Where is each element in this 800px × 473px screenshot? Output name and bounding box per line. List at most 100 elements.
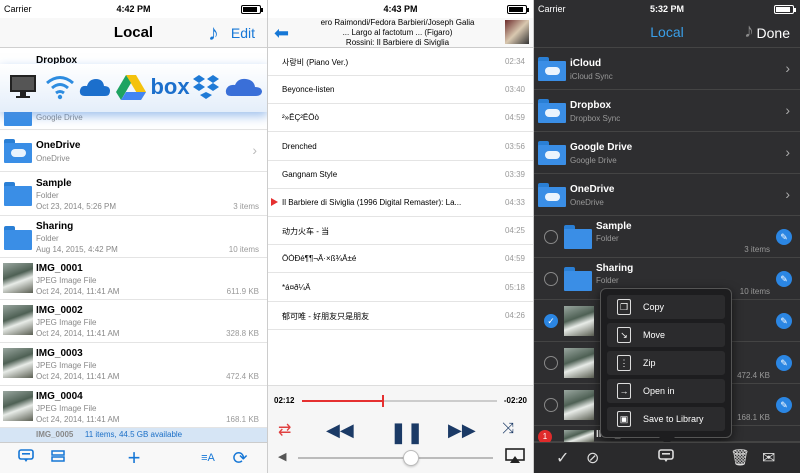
- row-meta: 10 items: [228, 245, 259, 254]
- menu-item-save-to-library[interactable]: ▣ Save to Library: [607, 407, 725, 431]
- album-art[interactable]: [505, 20, 529, 44]
- list-item-sharing[interactable]: Sharing Folder Aug 14, 2015, 4:42 PM 10 …: [0, 216, 267, 258]
- pause-icon[interactable]: ❚❚: [390, 420, 424, 445]
- music-note-icon[interactable]: ♪: [208, 20, 219, 46]
- track-row[interactable]: ÔÒÐé¶¶¬Â·×ß¾Å±é 04:59: [268, 245, 533, 274]
- sort-icon[interactable]: ≡A: [196, 447, 220, 469]
- fast-forward-icon[interactable]: ▶▶: [448, 420, 476, 441]
- box-icon: box: [150, 74, 190, 99]
- select-radio[interactable]: [544, 230, 558, 244]
- track-row[interactable]: Il Barbiere di Siviglia (1996 Digital Re…: [268, 189, 533, 217]
- deselect-icon[interactable]: ⊘: [586, 448, 599, 468]
- track-duration: 03:40: [504, 85, 525, 95]
- repeat-icon[interactable]: ⇄: [278, 420, 291, 440]
- edit-pencil-icon[interactable]: ✎: [776, 229, 792, 245]
- done-button[interactable]: Done: [757, 25, 790, 41]
- menu-item-move[interactable]: ↘ Move: [607, 323, 725, 347]
- nav-bar: Local ♪ Edit: [0, 18, 267, 48]
- track-row[interactable]: Beyonce-listen 03:40: [268, 76, 533, 105]
- artist-line: ero Raimondi/Fedora Barbieri/Joseph Gali…: [320, 18, 475, 27]
- music-player-panel: 4:43 PM ⬅ ero Raimondi/Fedora Barbieri/J…: [268, 0, 534, 473]
- track-title: ²»ÊÇ²ÊÔò: [282, 113, 319, 123]
- menu-item-zip[interactable]: ⋮ Zip: [607, 351, 725, 375]
- partial-row-name: IMG_0005: [36, 430, 74, 439]
- list-item-img-0003[interactable]: IMG_0003 JPEG Image File Oct 24, 2014, 1…: [0, 343, 267, 386]
- list-item-sample[interactable]: Sample Folder Oct 23, 2014, 5:26 PM 3 it…: [0, 172, 267, 216]
- add-icon[interactable]: +: [122, 447, 146, 469]
- checkmark-icon[interactable]: ✓: [544, 314, 558, 328]
- row-subtitle: iCloud Sync: [570, 72, 613, 81]
- player-controls: 02:12 -02:20 ⇄ ◀◀ ❚❚ ▶▶ ⤨ ◀: [268, 385, 533, 473]
- list-item-dropbox[interactable]: Dropbox Dropbox Sync ›: [534, 90, 800, 132]
- select-all-icon[interactable]: ✓: [556, 448, 569, 468]
- edit-button[interactable]: Edit: [231, 25, 255, 41]
- status-bar: Carrier 5:32 PM: [534, 0, 800, 18]
- battery-icon: [241, 5, 263, 14]
- list-item-google-drive[interactable]: Google Drive Google Drive ›: [534, 132, 800, 174]
- track-row[interactable]: ²»ÊÇ²ÊÔò 04:59: [268, 104, 533, 133]
- chevron-right-icon: ›: [785, 102, 790, 118]
- edit-pencil-icon[interactable]: ✎: [776, 313, 792, 329]
- list-view-icon[interactable]: [46, 447, 70, 469]
- shuffle-icon[interactable]: ⤨: [502, 420, 514, 437]
- track-duration: 04:59: [504, 254, 525, 264]
- refresh-icon[interactable]: ⟳: [228, 447, 252, 469]
- chat-icon[interactable]: [14, 447, 38, 469]
- image-thumbnail: [3, 305, 33, 335]
- back-arrow-icon[interactable]: ⬅: [274, 23, 289, 44]
- menu-item-copy[interactable]: ❐ Copy: [607, 295, 725, 319]
- menu-label: Open in: [643, 386, 675, 396]
- mail-icon[interactable]: ✉: [762, 448, 775, 468]
- row-subtitle: Folder: [36, 191, 59, 200]
- select-radio[interactable]: [544, 398, 558, 412]
- volume-slider[interactable]: [298, 450, 493, 466]
- google-drive-icon: [114, 70, 148, 104]
- rewind-icon[interactable]: ◀◀: [326, 420, 354, 441]
- edit-pencil-icon[interactable]: ✎: [776, 397, 792, 413]
- track-title: Gangnam Style: [282, 169, 338, 179]
- track-row[interactable]: 郁可唯 - 好朋友只是朋友 04:26: [268, 302, 533, 330]
- list-item-sample[interactable]: Sample Folder 3 items ✎: [534, 216, 800, 258]
- menu-label: Zip: [643, 358, 656, 368]
- row-meta: 10 items: [739, 287, 770, 296]
- folder-icon: [4, 226, 32, 250]
- menu-item-open-in[interactable]: → Open in: [607, 379, 725, 403]
- trash-icon[interactable]: 🗑: [730, 448, 750, 468]
- now-playing-icon: [271, 198, 278, 206]
- edit-pencil-icon[interactable]: ✎: [776, 271, 792, 287]
- track-row[interactable]: *á¤ð¼Ã 05:18: [268, 274, 533, 302]
- chevron-right-icon: ›: [785, 186, 790, 202]
- airplay-icon[interactable]: [505, 448, 525, 469]
- row-subtitle: Google Drive: [570, 156, 617, 165]
- track-row[interactable]: Gangnam Style 03:39: [268, 161, 533, 189]
- track-row[interactable]: 动力火车 - 当 04:25: [268, 217, 533, 246]
- row-meta: 328.8 KB: [226, 329, 259, 338]
- more-actions-icon[interactable]: [658, 448, 674, 469]
- status-bar: 4:43 PM: [268, 0, 533, 18]
- select-radio[interactable]: [544, 272, 558, 286]
- status-time: 5:32 PM: [649, 4, 684, 14]
- progress-handle[interactable]: [381, 395, 384, 407]
- row-name: Sample: [36, 178, 72, 189]
- list-item-img-0004[interactable]: IMG_0004 JPEG Image File Oct 24, 2014, 1…: [0, 386, 267, 428]
- row-name: IMG_0001: [36, 263, 83, 274]
- page-title: Local: [113, 24, 154, 41]
- volume-handle[interactable]: [403, 450, 420, 466]
- track-row[interactable]: Drenched 03:56: [268, 133, 533, 161]
- list-item-onedrive[interactable]: OneDrive OneDrive ›: [534, 174, 800, 216]
- list-item-onedrive[interactable]: OneDrive OneDrive ›: [0, 130, 267, 172]
- list-item-icloud[interactable]: iCloud iCloud Sync ›: [534, 48, 800, 90]
- progress-slider[interactable]: [302, 395, 497, 407]
- now-playing-header: ⬅ ero Raimondi/Fedora Barbieri/Joseph Ga…: [268, 18, 533, 48]
- remaining-time: -02:20: [503, 396, 527, 405]
- track-title: 사랑비 (Piano Ver.): [282, 58, 349, 67]
- music-note-icon[interactable]: ♪: [744, 20, 754, 43]
- edit-pencil-icon[interactable]: ✎: [776, 355, 792, 371]
- track-row[interactable]: 사랑비 (Piano Ver.) 02:34: [268, 48, 533, 76]
- list-item-img-0001[interactable]: IMG_0001 JPEG Image File Oct 24, 2014, 1…: [0, 258, 267, 300]
- select-radio[interactable]: [544, 356, 558, 370]
- open-in-icon: →: [617, 383, 631, 399]
- row-name: IMG_0002: [36, 305, 83, 316]
- list-item-img-0002[interactable]: IMG_0002 JPEG Image File Oct 24, 2014, 1…: [0, 300, 267, 343]
- bottom-toolbar: ✓ ⊘ 🗑 ✉: [534, 442, 800, 473]
